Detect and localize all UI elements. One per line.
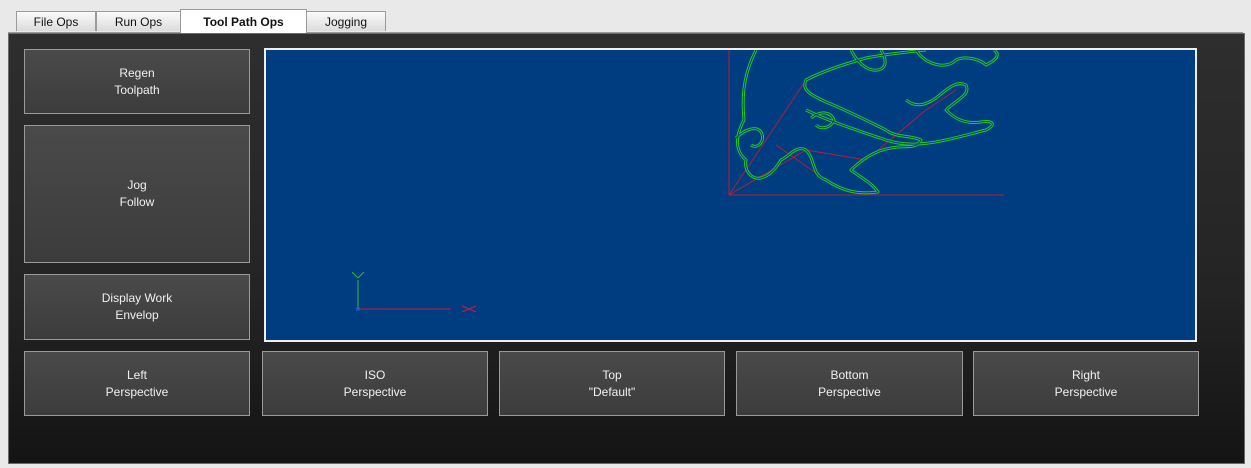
bottom-perspective-label: Bottom Perspective [818,367,881,399]
display-work-envelop-label: Display Work Envelop [101,291,173,322]
tab-jogging[interactable]: Jogging [306,11,386,31]
right-perspective-button[interactable]: Right Perspective [973,351,1199,416]
toolpath-geometry [734,50,999,195]
top-default-button[interactable]: Top "Default" [499,351,725,416]
toolpath-viewport[interactable] [264,48,1197,342]
regen-toolpath-label: Regen Toolpath [114,65,160,97]
tab-bar: File Ops Run Ops Tool Path Ops Jogging [8,9,1251,33]
bottom-perspective-button[interactable]: Bottom Perspective [736,351,963,416]
tab-tool-path-ops[interactable]: Tool Path Ops [180,9,307,33]
jog-follow-label: Jog Follow [119,178,155,209]
axis-indicator-icon [351,271,477,313]
display-work-envelop-button[interactable]: Display Work Envelop [24,274,250,340]
right-perspective-label: Right Perspective [1054,367,1118,399]
tab-file-ops[interactable]: File Ops [16,11,96,31]
jog-follow-button[interactable]: Jog Follow [24,125,250,263]
left-perspective-label: Left Perspective [105,367,169,399]
iso-perspective-label: ISO Perspective [343,367,407,399]
top-default-label: Top "Default" [588,367,636,399]
iso-perspective-button[interactable]: ISO Perspective [262,351,488,416]
left-perspective-button[interactable]: Left Perspective [24,351,250,416]
regen-toolpath-button[interactable]: Regen Toolpath [24,49,250,114]
toolpath-canvas [351,50,1004,313]
tab-run-ops[interactable]: Run Ops [96,11,181,31]
